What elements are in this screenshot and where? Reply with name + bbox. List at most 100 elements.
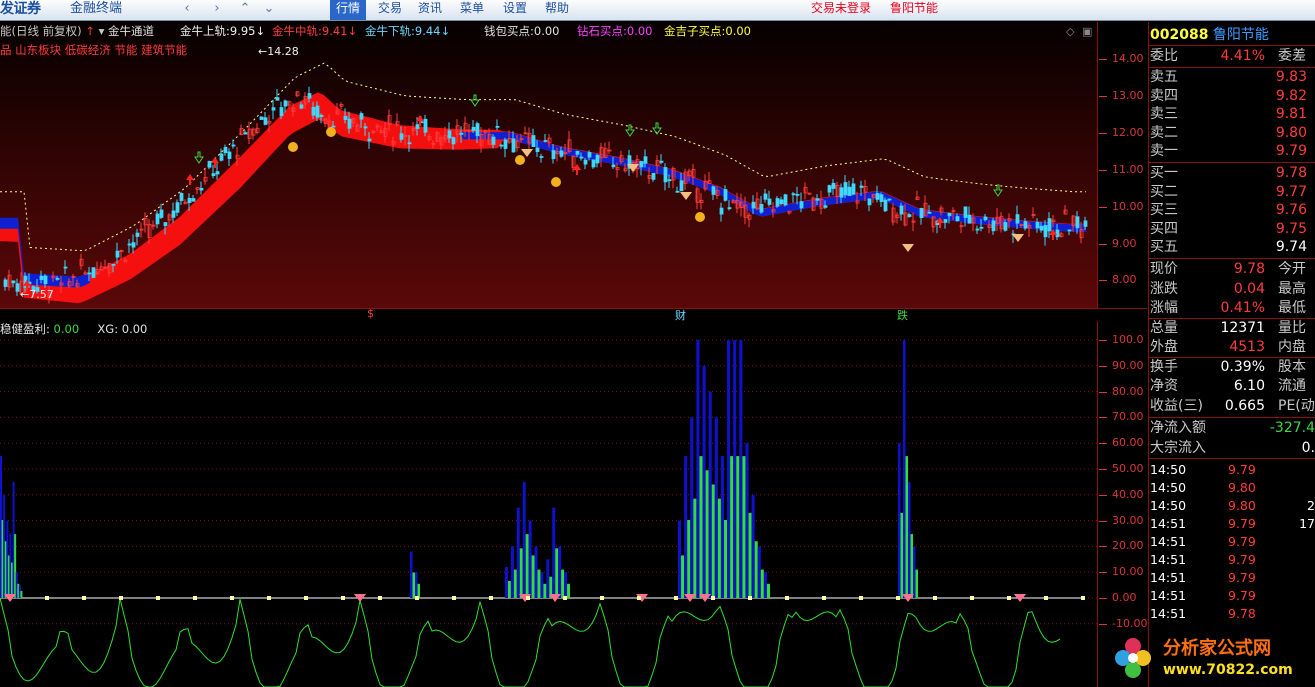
menu-menu[interactable]: 菜单: [460, 0, 484, 20]
menu-settings[interactable]: 设置: [503, 0, 527, 20]
candle-body: [275, 97, 280, 101]
app-title: 金融终端: [70, 1, 123, 16]
zero-dot: [674, 596, 678, 600]
login-status-link[interactable]: 交易未登录: [811, 0, 871, 20]
candle-body: [187, 197, 192, 203]
oscillator-bar-green: [507, 580, 511, 598]
oscillator-svg[interactable]: [0, 321, 1097, 687]
watermark-url: www.70822.com: [1163, 662, 1293, 678]
zero-dot: [119, 596, 123, 600]
order-ratio-row: 委比 4.41% 委差: [1150, 48, 1306, 64]
stock-code: 002088: [1150, 27, 1209, 43]
candle-body: [1067, 229, 1072, 232]
price-tick-label: 10.00: [1112, 199, 1144, 213]
oscillator-bar-blue: [410, 551, 413, 598]
zero-dot: [637, 596, 641, 600]
up-nav-icon[interactable]: ⌃: [234, 0, 256, 20]
oscillator-bar-blue: [739, 340, 743, 598]
app-logo: 发证券: [0, 1, 41, 17]
channel-ribbon: [0, 92, 1086, 304]
oscillator-bar-blue: [696, 340, 700, 598]
candle-body: [975, 228, 980, 231]
candle-body: [155, 213, 160, 225]
candle-body: [219, 153, 224, 161]
panel-window-icon[interactable]: ▣: [1082, 25, 1092, 38]
menu-help[interactable]: 帮助: [545, 0, 569, 20]
ask-row: 卖一 9.79: [1150, 143, 1307, 160]
candle-body: [823, 205, 828, 208]
oscillator-bar-blue: [522, 481, 526, 598]
osc-tick-mark: [1099, 340, 1107, 341]
candle-body: [919, 208, 924, 219]
oscillator-bar-blue: [903, 340, 906, 598]
osc-tick-label: 60.00: [1112, 436, 1144, 450]
candle-body: [1047, 218, 1052, 232]
candle-body: [679, 180, 684, 192]
candle-body: [1023, 221, 1028, 229]
dividend-event-marker[interactable]: $: [367, 307, 374, 320]
price-tick-mark: [1099, 59, 1107, 60]
diamond-toggle-icon[interactable]: ◇: [1066, 25, 1074, 38]
candle-body: [451, 137, 456, 145]
kline-chart-svg[interactable]: [0, 22, 1097, 308]
candle-body: [399, 133, 404, 140]
zero-dot: [82, 596, 86, 600]
candle-body: [271, 107, 276, 111]
dropdown-icon[interactable]: ▾: [99, 24, 105, 38]
oscillator-bar-green: [525, 534, 529, 598]
candle-body: [795, 193, 800, 196]
menu-trade[interactable]: 交易: [378, 0, 402, 20]
quote-stat-row: 净资 6.10 流通: [1150, 378, 1306, 394]
candle-body: [263, 117, 268, 125]
osc-tick-mark: [1099, 365, 1107, 367]
menu-quotes[interactable]: 行情: [330, 0, 367, 20]
back-nav-icon[interactable]: ‹: [176, 0, 198, 20]
oscillator-bar-blue: [684, 456, 688, 598]
price-tick-label: 14.00: [1112, 52, 1144, 65]
stock-name-link[interactable]: 鲁阳节能: [890, 0, 938, 20]
diamond-icon: [1012, 234, 1024, 242]
candle-body: [963, 206, 968, 218]
menu-news[interactable]: 资讯: [418, 0, 442, 20]
oscillator-bar-blue: [534, 546, 538, 598]
candle-body: [363, 126, 368, 129]
bid-row: 买三 9.76: [1150, 202, 1307, 219]
candle-body: [831, 182, 836, 189]
candle-body: [3, 279, 8, 287]
candle-body: [211, 173, 216, 177]
candle-body: [39, 275, 44, 281]
zero-dot: [822, 596, 826, 600]
forward-nav-icon[interactable]: ›: [206, 0, 228, 20]
zero-dot: [267, 596, 271, 600]
osc-tick-mark: [1099, 469, 1107, 470]
candle-body: [111, 263, 116, 266]
candle-body: [459, 132, 464, 135]
oscillator-bar-blue: [757, 546, 761, 598]
middle-band-readout: 金牛中轨:9.41↓: [272, 24, 358, 38]
gold-coin-icon: [326, 127, 336, 137]
zero-dot: [859, 596, 863, 600]
high-price-marker: ←14.28: [258, 45, 299, 58]
candle-body: [967, 214, 972, 224]
candle-body: [955, 216, 960, 222]
oscillator-bar-blue: [690, 417, 694, 598]
oscillator-bar-blue: [720, 456, 724, 598]
bid-row: 买二 9.77: [1150, 183, 1307, 200]
candle-body: [943, 219, 948, 223]
osc-tick-mark: [1099, 572, 1107, 574]
oscillator-bar-blue: [415, 572, 418, 598]
candle-body: [1055, 229, 1060, 238]
zero-dot: [1081, 596, 1085, 600]
down-nav-icon[interactable]: ⌄: [258, 0, 280, 20]
oscillator-line: [0, 597, 1061, 687]
low-price-marker: ←7.57: [20, 288, 54, 301]
oscillator-bar-green: [724, 519, 728, 598]
oscillator-bar-green: [555, 548, 559, 598]
zero-dot: [600, 596, 604, 600]
candle-body: [815, 198, 820, 201]
oscillator-bar-green: [561, 569, 565, 598]
oscillator-bar-blue: [733, 340, 737, 598]
price-tick-label: 11.00: [1112, 162, 1144, 176]
oscillator-bar-blue: [516, 507, 520, 598]
sell-arrow-icon: [993, 184, 1003, 197]
